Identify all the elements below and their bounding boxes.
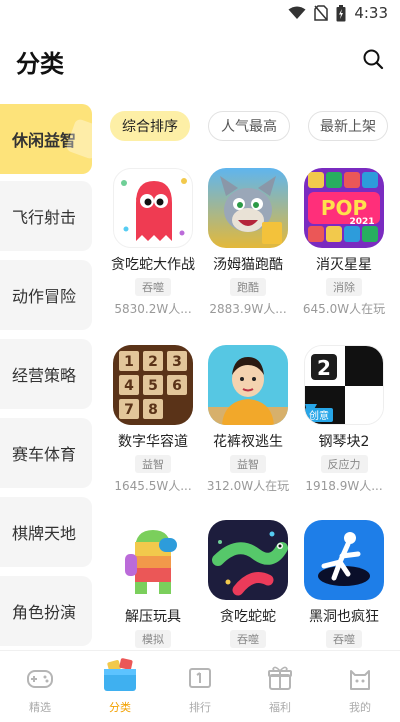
nav-label: 精选	[29, 701, 51, 714]
game-name: 钢琴块2	[318, 434, 370, 450]
nav-label: 分类	[109, 701, 131, 714]
game-tag: 益智	[230, 455, 266, 473]
tab-sort-popular[interactable]: 人气最高	[208, 111, 290, 141]
game-name: 贪吃蛇蛇	[220, 609, 276, 625]
sidebar-item-strategy[interactable]: 经营策略	[0, 339, 92, 409]
game-card[interactable]: 解压玩具 模拟	[106, 520, 200, 648]
nav-item-featured[interactable]: 精选	[0, 657, 80, 715]
sidebar-item-rpg[interactable]: 角色扮演	[0, 576, 92, 646]
game-card[interactable]: 花裤衩逃生 益智 312.0W人在玩	[201, 345, 295, 494]
page-title: 分类	[16, 50, 64, 78]
game-name: 消灭星星	[316, 257, 372, 273]
sidebar-item-label: 休闲益智	[12, 131, 77, 150]
game-players: 1918.9W人...	[305, 479, 383, 493]
bottom-nav: 精选 分类 排行 福利 我的	[0, 650, 400, 722]
sidebar-item-label: 飞行射击	[12, 208, 77, 227]
sidebar-item-casual[interactable]: 休闲益智	[0, 104, 92, 174]
game-name: 解压玩具	[125, 609, 181, 625]
status-time: 4:33	[354, 4, 388, 22]
profile-cat-icon	[350, 670, 370, 690]
sidebar-item-label: 赛车体育	[12, 445, 77, 464]
sidebar-item-shooting[interactable]: 飞行射击	[0, 181, 92, 251]
game-tag: 益智	[135, 455, 171, 473]
game-tag: 反应力	[320, 455, 368, 473]
puzzle-tile: 8	[148, 402, 158, 418]
game-icon	[113, 168, 193, 248]
nav-label: 我的	[349, 701, 371, 714]
game-tag: 消除	[326, 278, 362, 296]
puzzle-tile: 3	[172, 354, 182, 370]
puzzle-tile: 1	[124, 354, 134, 370]
puzzle-tile: 6	[172, 378, 182, 394]
category-box-icon	[104, 658, 136, 691]
pop-year-text: 2021	[349, 217, 374, 227]
sidebar-item-label: 动作冒险	[12, 287, 77, 306]
game-name: 黑洞也疯狂	[309, 609, 379, 625]
game-tag: 吞噬	[230, 630, 266, 648]
game-name: 花裤衩逃生	[213, 434, 283, 450]
header: 分类	[0, 36, 400, 86]
game-players: 312.0W人在玩	[206, 479, 290, 493]
game-icon	[113, 520, 193, 600]
game-icon: POP 2021	[304, 168, 384, 248]
sidebar-item-label: 棋牌天地	[12, 524, 77, 543]
game-icon	[208, 520, 288, 600]
piano-number: 2	[317, 356, 331, 380]
game-name: 数字华容道	[118, 434, 188, 450]
game-icon: 2 创意	[304, 345, 384, 425]
sidebar-item-board[interactable]: 棋牌天地	[0, 497, 92, 567]
nav-item-category[interactable]: 分类	[80, 657, 160, 715]
puzzle-tile: 5	[148, 378, 158, 394]
game-card[interactable]: POP 2021 消灭星星 消除 645.0W人在玩	[297, 168, 391, 317]
sidebar-item-label: 角色扮演	[12, 603, 77, 622]
game-tag: 跑酷	[230, 278, 266, 296]
search-icon[interactable]	[362, 48, 384, 70]
wifi-icon	[288, 6, 306, 19]
game-card[interactable]: 贪吃蛇蛇 吞噬	[201, 520, 295, 648]
game-tag: 吞噬	[135, 278, 171, 296]
status-bar: 4:33	[0, 0, 400, 28]
puzzle-tile: 4	[124, 378, 134, 394]
game-tag: 模拟	[135, 630, 171, 648]
nav-item-ranking[interactable]: 排行	[160, 657, 240, 715]
game-name: 贪吃蛇大作战	[111, 257, 195, 273]
game-icon	[208, 345, 288, 425]
gift-icon	[268, 666, 292, 690]
nav-label: 排行	[189, 701, 211, 714]
puzzle-tile: 7	[124, 402, 134, 418]
game-players: 2883.9W人...	[209, 302, 287, 316]
game-name: 汤姆猫跑酷	[213, 257, 283, 273]
sidebar-item-action[interactable]: 动作冒险	[0, 260, 92, 330]
game-icon	[208, 168, 288, 248]
nav-item-welfare[interactable]: 福利	[240, 657, 320, 715]
game-players: 1645.5W人...	[114, 479, 192, 493]
game-tag: 吞噬	[326, 630, 362, 648]
game-card[interactable]: 黑洞也疯狂 吞噬	[297, 520, 391, 648]
sidebar-item-racing[interactable]: 赛车体育	[0, 418, 92, 488]
game-card[interactable]: 1 2 3 4 5 6 7 8 数字华容道 益智 1645.5W人...	[106, 345, 200, 494]
gamepad-icon	[27, 670, 53, 688]
tab-sort-newest[interactable]: 最新上架	[308, 111, 388, 141]
game-players: 645.0W人在玩	[302, 302, 386, 316]
nav-label: 福利	[269, 701, 291, 714]
puzzle-tile: 2	[148, 354, 158, 370]
no-sim-icon	[314, 5, 329, 21]
game-players: 5830.2W人...	[114, 302, 192, 316]
game-card[interactable]: 2 创意 钢琴块2 反应力 1918.9W人...	[297, 345, 391, 494]
nav-item-profile[interactable]: 我的	[320, 657, 400, 715]
status-icons: 4:33	[288, 4, 388, 22]
battery-charging-icon	[336, 4, 346, 21]
game-card[interactable]: 贪吃蛇大作战 吞噬 5830.2W人...	[106, 168, 200, 317]
game-card[interactable]: 汤姆猫跑酷 跑酷 2883.9W人...	[201, 168, 295, 317]
piano-badge: 创意	[309, 409, 329, 422]
tab-sort-overall[interactable]: 综合排序	[110, 111, 190, 141]
game-icon	[304, 520, 384, 600]
sidebar-item-label: 经营策略	[12, 366, 77, 385]
ranking-icon	[189, 668, 211, 688]
game-icon: 1 2 3 4 5 6 7 8	[113, 345, 193, 425]
